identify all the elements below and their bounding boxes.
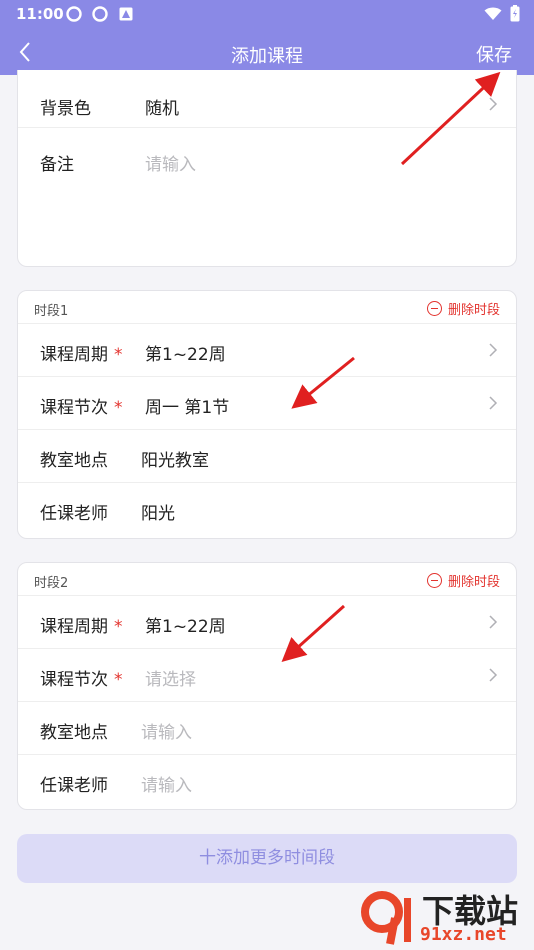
required-mark: *: [114, 398, 123, 418]
watermark-url: 91xz.net: [420, 924, 507, 945]
row-label: 课程节次 *: [40, 670, 123, 690]
classroom-input[interactable]: 请输入: [141, 718, 192, 743]
status-time: 11:00: [16, 5, 64, 23]
row-label: 备注: [40, 155, 74, 175]
row-label: 课程周期 *: [40, 345, 123, 365]
required-mark: *: [114, 345, 123, 365]
course-periods-row[interactable]: 课程节次 * 周一 第1节: [18, 377, 516, 430]
remark-row[interactable]: 备注 请输入: [18, 128, 516, 266]
minus-circle-icon: [426, 573, 442, 588]
row-label: 教室地点: [40, 451, 108, 471]
row-value: 第1~22周: [145, 617, 226, 637]
course-weeks-row[interactable]: 课程周期 * 第1~22周: [18, 324, 516, 377]
save-button[interactable]: 保存: [476, 41, 512, 67]
segment-header: 时段1 删除时段: [18, 291, 516, 324]
wifi-icon: [484, 7, 502, 20]
segment-title: 时段2: [34, 576, 69, 591]
delete-segment-button[interactable]: 删除时段: [426, 571, 500, 590]
row-label: 任课老师: [40, 504, 108, 524]
status-bar: 11:00: [0, 0, 534, 28]
teacher-input[interactable]: 请输入: [141, 771, 192, 796]
row-label: 课程节次 *: [40, 398, 123, 418]
app-notification-icon: [66, 6, 82, 22]
segment-title: 时段1: [34, 304, 69, 319]
chevron-right-icon: [489, 668, 498, 682]
classroom-row[interactable]: 教室地点 请输入: [18, 702, 516, 755]
teacher-row[interactable]: 任课老师 请输入: [18, 755, 516, 808]
row-label: 背景色: [40, 99, 91, 119]
delete-segment-label: 删除时段: [447, 303, 500, 318]
remark-input[interactable]: 请输入: [145, 150, 196, 175]
classroom-input[interactable]: 阳光教室: [141, 446, 209, 471]
app-header: 11:00 添加课程 保存: [0, 0, 534, 75]
course-weeks-row[interactable]: 课程周期 * 第1~22周: [18, 596, 516, 649]
row-label: 任课老师: [40, 776, 108, 796]
image-notification-icon: [119, 7, 133, 21]
row-value: 第1~22周: [145, 345, 226, 365]
delete-segment-button[interactable]: 删除时段: [426, 299, 500, 318]
minus-circle-icon: [426, 301, 442, 316]
required-mark: *: [114, 670, 123, 690]
row-value: 请选择: [145, 670, 196, 690]
site-watermark: 下载站 91xz.net: [360, 886, 530, 948]
page-title: 添加课程: [231, 46, 303, 67]
teacher-input[interactable]: 阳光: [141, 499, 175, 524]
background-color-row[interactable]: 背景色 随机: [18, 70, 516, 128]
delete-segment-label: 删除时段: [447, 575, 500, 590]
time-segment-card-1: 时段1 删除时段 课程周期 * 第1~22周 课程节次 * 周一 第1节 教室地点 …: [17, 290, 517, 539]
required-mark: *: [114, 617, 123, 637]
chevron-right-icon: [489, 396, 498, 410]
teacher-row[interactable]: 任课老师 阳光: [18, 483, 516, 536]
app-notification-icon: [92, 6, 108, 22]
course-info-card: 背景色 随机 备注 请输入: [17, 70, 517, 267]
chevron-right-icon: [489, 97, 498, 111]
chevron-right-icon: [489, 343, 498, 357]
segment-header: 时段2 删除时段: [18, 563, 516, 596]
row-label: 课程周期 *: [40, 617, 123, 637]
battery-icon: [510, 5, 520, 22]
row-value: 随机: [145, 99, 179, 119]
classroom-row[interactable]: 教室地点 阳光教室: [18, 430, 516, 483]
row-label: 教室地点: [40, 723, 108, 743]
add-more-segments-button[interactable]: 十添加更多时间段: [17, 834, 517, 883]
chevron-right-icon: [489, 615, 498, 629]
time-segment-card-2: 时段2 删除时段 课程周期 * 第1~22周 课程节次 * 请选择 教室地点 请输入…: [17, 562, 517, 810]
row-value: 周一 第1节: [145, 398, 230, 418]
watermark-logo-icon: [361, 891, 411, 945]
course-periods-row[interactable]: 课程节次 * 请选择: [18, 649, 516, 702]
status-right: [484, 5, 520, 22]
